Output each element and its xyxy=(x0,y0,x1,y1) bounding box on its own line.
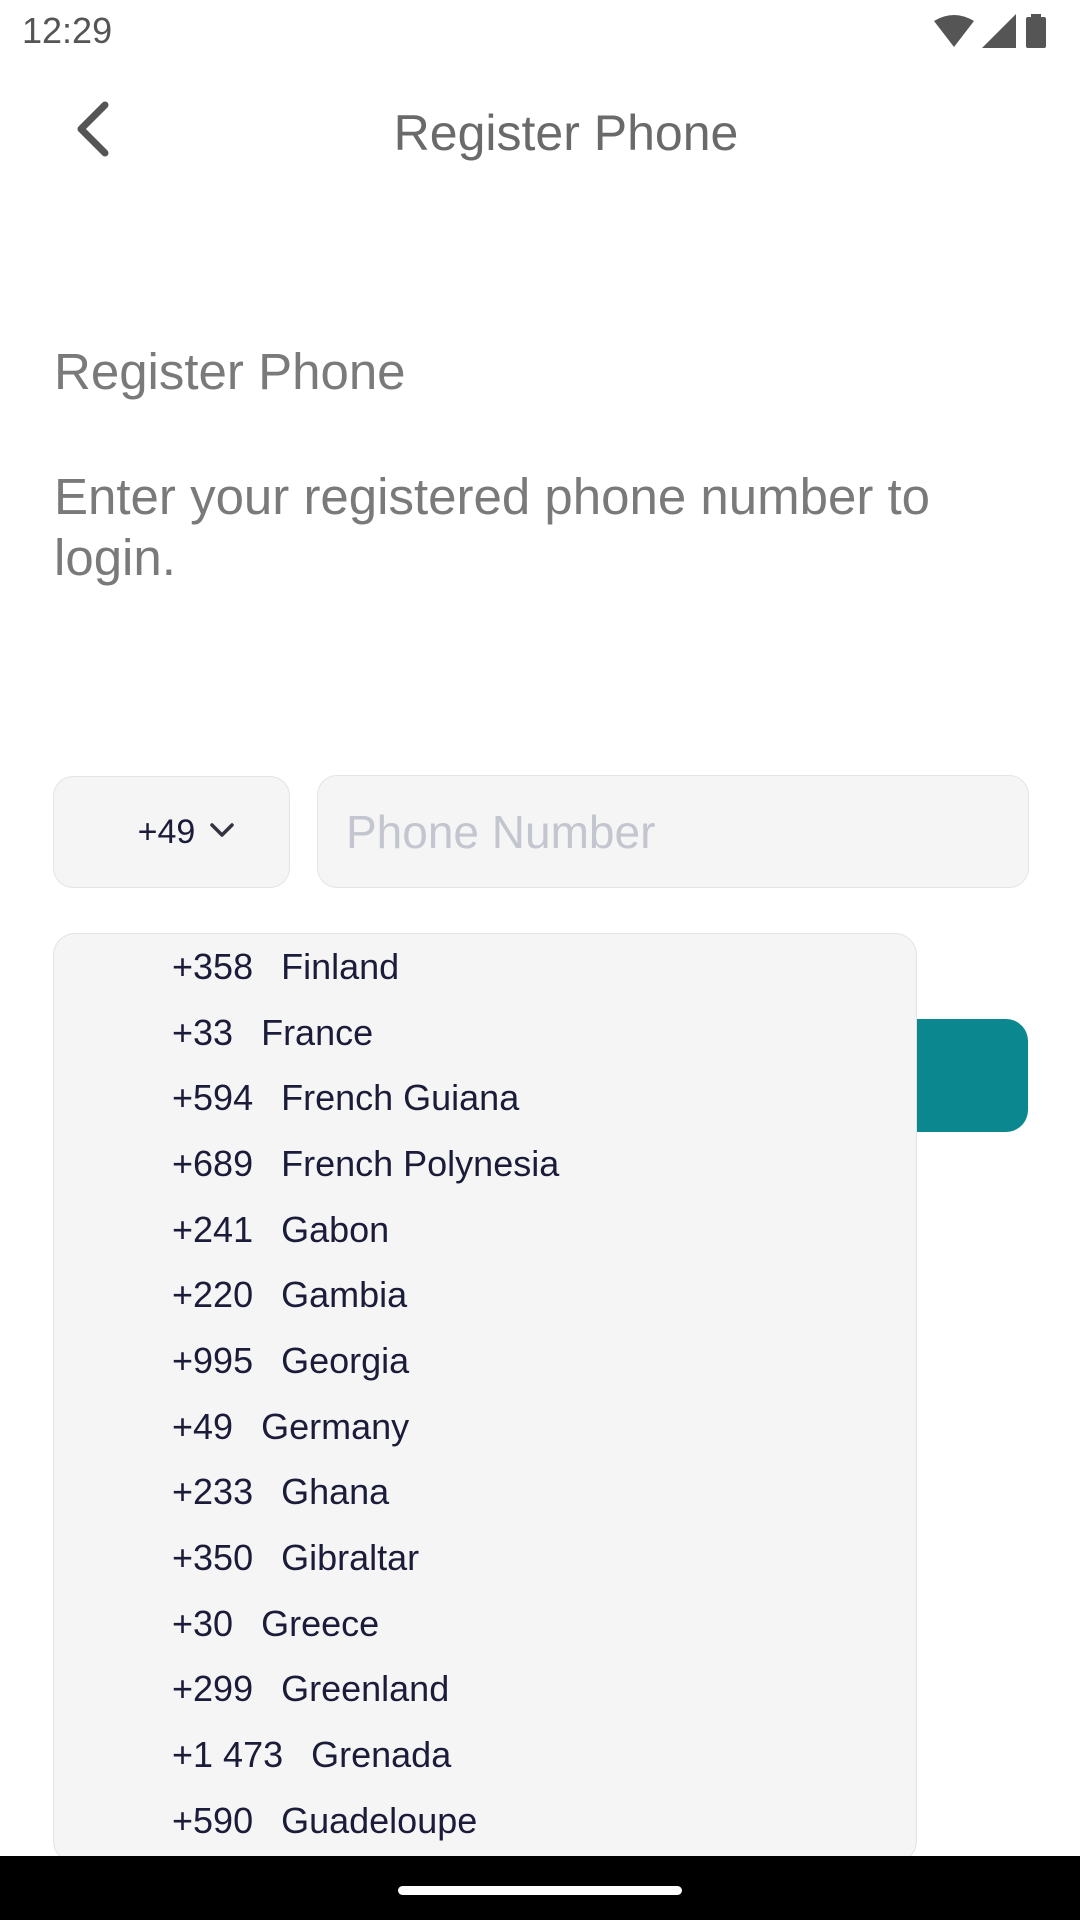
option-country: French Guiana xyxy=(281,1077,520,1119)
dropdown-item[interactable]: +358 Finland xyxy=(54,934,916,1000)
dropdown-item[interactable]: +30 Greece xyxy=(54,1591,916,1657)
option-country: Gabon xyxy=(281,1208,390,1250)
dropdown-item[interactable]: +1 473 Grenada xyxy=(54,1722,916,1788)
option-country: Greenland xyxy=(281,1668,450,1710)
home-indicator[interactable] xyxy=(398,1886,682,1895)
option-country: Germany xyxy=(261,1405,410,1447)
option-code: +33 xyxy=(172,1011,234,1053)
status-time: 12:29 xyxy=(22,10,113,51)
country-code-select[interactable]: +49 xyxy=(53,776,290,888)
phone-number-input[interactable] xyxy=(317,775,1029,888)
option-code: +49 xyxy=(172,1405,234,1447)
option-code: +590 xyxy=(172,1799,254,1841)
option-country: French Polynesia xyxy=(281,1142,560,1184)
dropdown-item[interactable]: +689 French Polynesia xyxy=(54,1131,916,1197)
option-country: France xyxy=(261,1011,374,1053)
page-description: Enter your registered phone number to lo… xyxy=(54,468,931,586)
dropdown-item[interactable]: +299 Greenland xyxy=(54,1657,916,1723)
option-code: +350 xyxy=(172,1537,254,1579)
option-code: +233 xyxy=(172,1471,254,1513)
option-code: +594 xyxy=(172,1077,254,1119)
dropdown-item[interactable]: +33 France xyxy=(54,1000,916,1066)
dropdown-item[interactable]: +594 French Guiana xyxy=(54,1065,916,1131)
option-country: Gambia xyxy=(281,1274,408,1316)
dropdown-item[interactable]: +233 Ghana xyxy=(54,1460,916,1526)
status-bar: 12:29 xyxy=(0,0,1080,64)
option-code: +995 xyxy=(172,1339,254,1381)
country-code-dropdown[interactable]: +358 Finland +33 France +594 French Guiana +68… xyxy=(53,933,917,1863)
option-country: Gibraltar xyxy=(281,1537,420,1579)
status-icons xyxy=(934,14,1048,48)
dropdown-list: +358 Finland +33 France +594 French Guiana +68… xyxy=(54,934,916,1854)
country-code-value: +49 xyxy=(137,812,196,851)
option-country: Ghana xyxy=(281,1471,390,1513)
option-country: Greece xyxy=(261,1602,380,1644)
option-country: Finland xyxy=(281,945,400,987)
option-country: Georgia xyxy=(281,1339,410,1381)
dropdown-item[interactable]: +220 Gambia xyxy=(54,1262,916,1328)
option-code: +220 xyxy=(172,1274,254,1316)
battery-icon xyxy=(1024,14,1048,48)
option-code: +299 xyxy=(172,1668,254,1710)
option-country: Grenada xyxy=(311,1734,452,1776)
dropdown-item[interactable]: +241 Gabon xyxy=(54,1197,916,1263)
cellular-signal-icon xyxy=(982,14,1016,48)
dropdown-item[interactable]: +995 Georgia xyxy=(54,1328,916,1394)
dropdown-item[interactable]: +49 Germany xyxy=(54,1394,916,1460)
chevron-down-icon xyxy=(209,821,235,844)
page-heading: Register Phone xyxy=(54,343,406,400)
dropdown-item[interactable]: +590 Guadeloupe xyxy=(54,1788,916,1854)
option-code: +1 473 xyxy=(172,1734,284,1776)
wifi-icon xyxy=(934,15,974,47)
option-country: Guadeloupe xyxy=(281,1799,478,1841)
app-bar-title: Register Phone xyxy=(393,105,739,161)
dropdown-item[interactable]: +350 Gibraltar xyxy=(54,1525,916,1591)
option-code: +30 xyxy=(172,1602,234,1644)
app-bar: Register Phone xyxy=(0,64,1080,204)
system-navigation-bar xyxy=(0,1856,1080,1920)
option-code: +241 xyxy=(172,1208,254,1250)
option-code: +689 xyxy=(172,1142,254,1184)
option-code: +358 xyxy=(172,945,254,987)
